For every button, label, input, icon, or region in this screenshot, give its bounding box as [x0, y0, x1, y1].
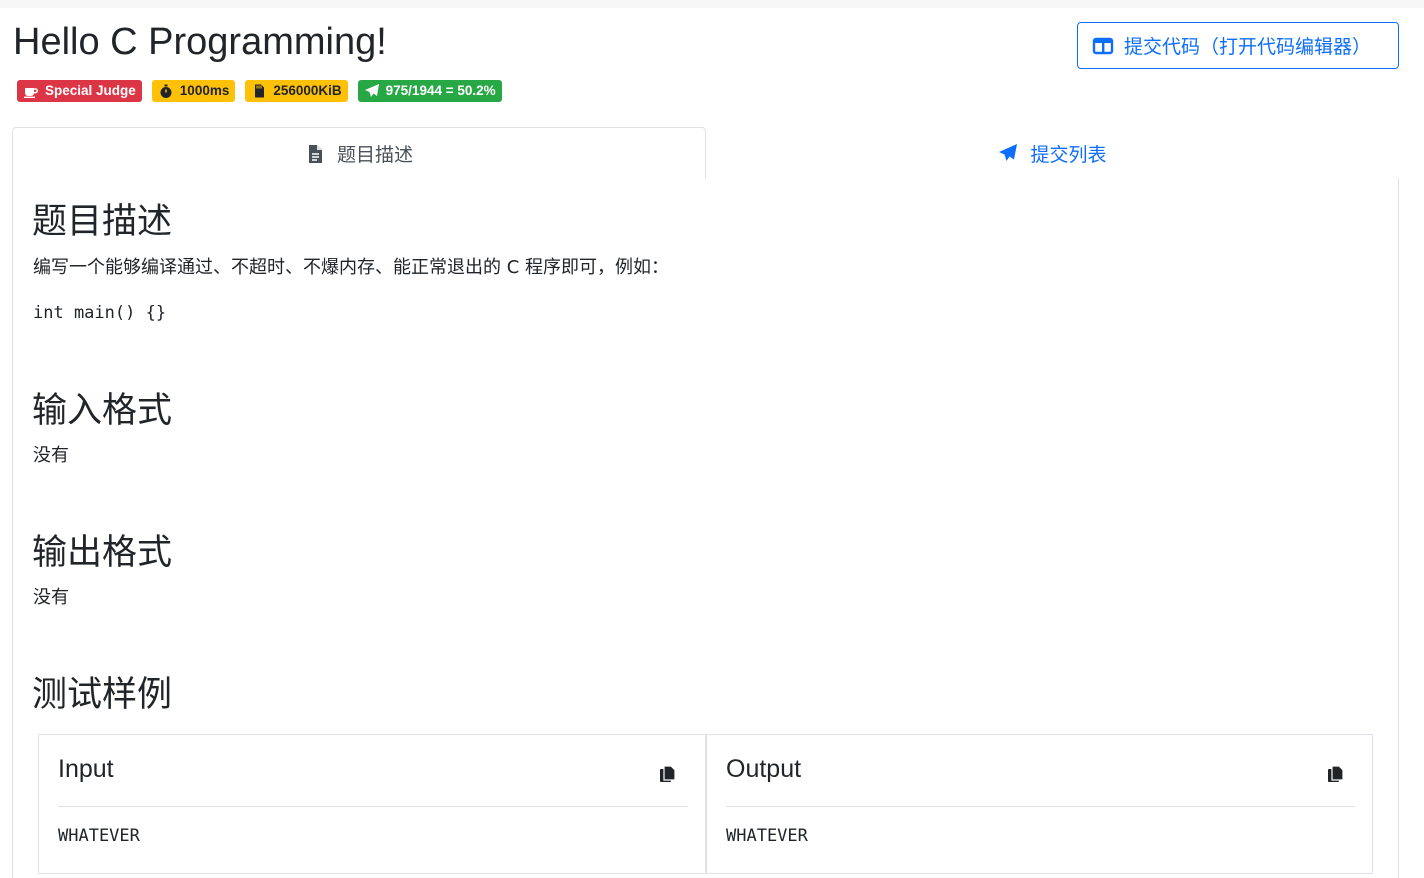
sample-output-divider [726, 806, 1355, 807]
time-limit-label: 1000ms [179, 83, 230, 98]
acceptance-badge: 975/1944 = 50.2% [357, 80, 502, 102]
special-judge-badge: Special Judge [17, 80, 142, 102]
coffee-cup-icon [24, 88, 39, 98]
sample-input-divider [58, 806, 688, 807]
output-format-heading: 输出格式 [32, 533, 173, 573]
stopwatch-icon [160, 84, 172, 98]
sample-output-value: WHATEVER [726, 826, 808, 846]
tab-problem-description-label: 题目描述 [336, 144, 413, 166]
badge-row: Special Judge 1000ms 256000KiB 975/1944 … [17, 80, 502, 102]
output-format-text: 没有 [33, 587, 69, 608]
input-format-text: 没有 [33, 445, 69, 466]
columns-icon [1092, 37, 1114, 54]
samples-heading: 测试样例 [32, 675, 173, 715]
copy-icon[interactable] [1326, 764, 1346, 784]
tab-submission-list-label: 提交列表 [1030, 143, 1107, 166]
code-example: int main() {} [33, 303, 167, 323]
tab-submission-list[interactable]: 提交列表 [706, 127, 1399, 179]
input-format-heading: 输入格式 [32, 391, 173, 431]
acceptance-label: 975/1944 = 50.2% [385, 83, 496, 98]
page-title: Hello C Programming! [13, 21, 387, 63]
sample-output-card: Output WHATEVER [706, 734, 1373, 874]
sample-output-title: Output [726, 755, 802, 783]
description-text: 编写一个能够编译通过、不超时、不爆内存、能正常退出的 C 程序即可，例如： [33, 257, 670, 278]
memory-limit-badge: 256000KiB [245, 80, 348, 102]
top-strip [0, 0, 1424, 8]
copy-icon[interactable] [658, 764, 678, 784]
paper-plane-icon [999, 144, 1018, 161]
description-heading: 题目描述 [32, 202, 173, 242]
memory-card-icon [255, 84, 265, 98]
sample-input-value: WHATEVER [58, 826, 140, 846]
special-judge-label: Special Judge [45, 83, 136, 98]
paper-plane-icon [364, 84, 379, 97]
file-icon [308, 144, 322, 163]
sample-input-card: Input WHATEVER [38, 734, 706, 874]
tab-problem-description[interactable]: 题目描述 [12, 127, 706, 179]
sample-input-title: Input [58, 755, 114, 783]
time-limit-badge: 1000ms [151, 80, 236, 102]
memory-limit-label: 256000KiB [273, 83, 342, 98]
submit-code-button[interactable]: 提交代码（打开代码编辑器） [1077, 22, 1399, 69]
submit-code-label: 提交代码（打开代码编辑器） [1124, 36, 1372, 58]
